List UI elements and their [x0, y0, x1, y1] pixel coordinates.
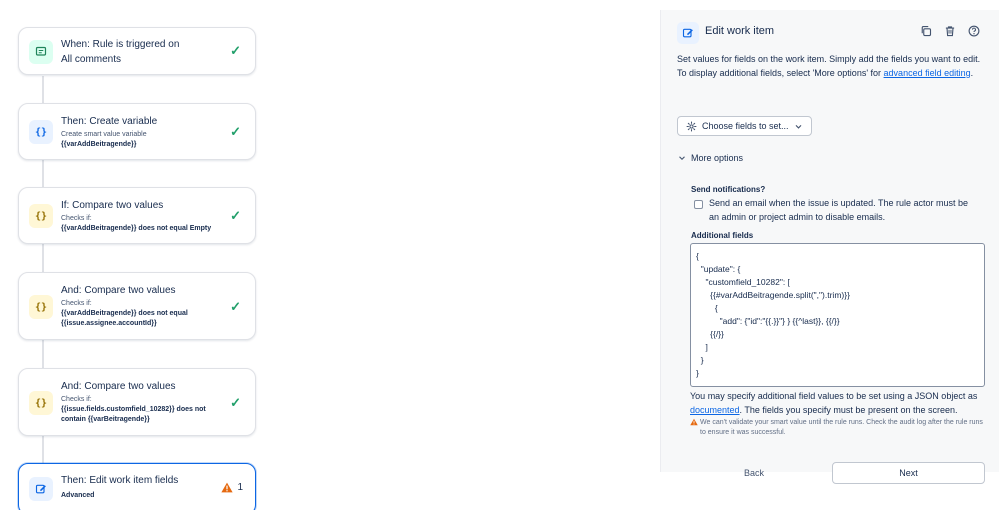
card-subtitle: All comments	[61, 54, 122, 65]
json-line: {{/}}	[696, 329, 724, 339]
check-icon: ✓	[230, 43, 241, 58]
check-icon: ✓	[230, 395, 241, 410]
edit-work-item-card[interactable]: Then: Edit work item fields Advanced 1	[18, 463, 256, 510]
additional-fields-label: Additional fields	[691, 231, 754, 240]
documented-link[interactable]: documented	[690, 405, 740, 415]
warning-badge[interactable]: 1	[221, 482, 243, 493]
and-compare-card[interactable]: {} And: Compare two values Checks if: {{…	[18, 368, 256, 436]
edit-work-item-panel: Edit work item Set values for fields on …	[660, 10, 999, 484]
comment-icon	[29, 40, 53, 64]
back-button[interactable]: Back	[709, 462, 799, 484]
card-title: Then: Create variable	[61, 116, 158, 127]
json-line: "customfield_10282": [	[696, 277, 790, 287]
json-line: }	[696, 368, 699, 378]
chevron-down-icon	[679, 156, 685, 161]
trash-icon[interactable]	[943, 24, 957, 38]
gear-icon	[686, 121, 697, 131]
additional-fields-help: You may specify additional field values …	[690, 391, 978, 415]
and-compare-card[interactable]: {} And: Compare two values Checks if: {{…	[18, 272, 256, 340]
check-icon: ✓	[230, 299, 241, 314]
smart-value-warning: We can't validate your smart value until…	[690, 418, 986, 438]
panel-description: Set values for fields on the work item. …	[677, 53, 983, 80]
choose-fields-button[interactable]: Choose fields to set...	[677, 116, 812, 136]
braces-icon: {}	[29, 295, 53, 319]
choose-fields-label: Choose fields to set...	[702, 121, 789, 131]
card-title: When: Rule is triggered on	[61, 39, 180, 50]
more-options-toggle[interactable]: More options	[678, 153, 743, 163]
braces-icon: {}	[29, 204, 53, 228]
notifications-description: Send an email when the issue is updated.…	[709, 198, 968, 222]
card-title: Then: Edit work item fields	[61, 475, 179, 486]
description-line: Set values for fields on the work item. …	[677, 54, 981, 64]
edit-icon	[677, 22, 699, 44]
card-detail: Create smart value variable	[61, 131, 147, 138]
help-icon[interactable]	[967, 24, 981, 38]
more-options-label: More options	[691, 153, 744, 163]
warning-count: 1	[237, 482, 243, 493]
notifications-label: Send notifications?	[691, 185, 766, 194]
rule-flow: When: Rule is triggered on All comments …	[0, 0, 660, 510]
card-detail: Checks if:	[61, 300, 92, 307]
card-detail-value: {{issue.assignee.accountId}}	[61, 320, 157, 327]
card-detail: Checks if:	[61, 215, 92, 222]
check-icon: ✓	[230, 124, 241, 139]
send-notifications-checkbox[interactable]	[694, 200, 703, 209]
json-line: {{#varAddBeitragende.split(",").trim)}}	[696, 290, 850, 300]
card-detail-value: {{varAddBeitragende}} does not equal	[61, 310, 188, 317]
card-detail-value: Advanced	[61, 492, 95, 499]
next-button[interactable]: Next	[832, 462, 985, 484]
card-detail-value: contain {{varBeitragende}}	[61, 416, 150, 423]
advanced-field-editing-link[interactable]: advanced field editing	[884, 68, 971, 78]
warning-text: We can't validate your smart value until…	[700, 419, 983, 436]
copy-icon[interactable]	[919, 24, 933, 38]
card-title: If: Compare two values	[61, 200, 164, 211]
if-compare-card[interactable]: {} If: Compare two values Checks if: {{v…	[18, 187, 256, 244]
json-line: "update": {	[696, 264, 741, 274]
description-line: To display additional fields, select 'Mo…	[677, 67, 974, 78]
json-line: ]	[696, 342, 708, 352]
check-icon: ✓	[230, 208, 241, 223]
braces-icon: {}	[29, 120, 53, 144]
card-detail-value: {{issue.fields.customfield_10282}} does …	[61, 406, 206, 413]
additional-fields-editor[interactable]: { "update": { "customfield_10282": [ {{#…	[690, 243, 985, 387]
card-title: And: Compare two values	[61, 381, 176, 392]
braces-icon: {}	[29, 391, 53, 415]
card-detail: Checks if:	[61, 396, 92, 403]
card-detail-value: {{varAddBeitragende}}	[61, 141, 137, 148]
json-line: {	[696, 303, 718, 313]
warning-icon	[221, 482, 234, 493]
create-variable-card[interactable]: {} Then: Create variable Create smart va…	[18, 103, 256, 160]
panel-title: Edit work item	[705, 25, 775, 37]
json-line: {	[696, 251, 699, 261]
chevron-down-icon	[795, 124, 801, 129]
edit-icon	[29, 477, 53, 501]
json-line: }	[696, 355, 704, 365]
json-line: "add": {"id":"{{.}}"} } {{^last}}, {{/}}	[696, 316, 840, 326]
trigger-card[interactable]: When: Rule is triggered on All comments …	[18, 27, 256, 75]
card-title: And: Compare two values	[61, 285, 176, 296]
warning-icon	[690, 418, 698, 426]
panel-actions	[919, 24, 981, 38]
card-detail-value: {{varAddBeitragende}} does not equal Emp…	[61, 225, 212, 232]
